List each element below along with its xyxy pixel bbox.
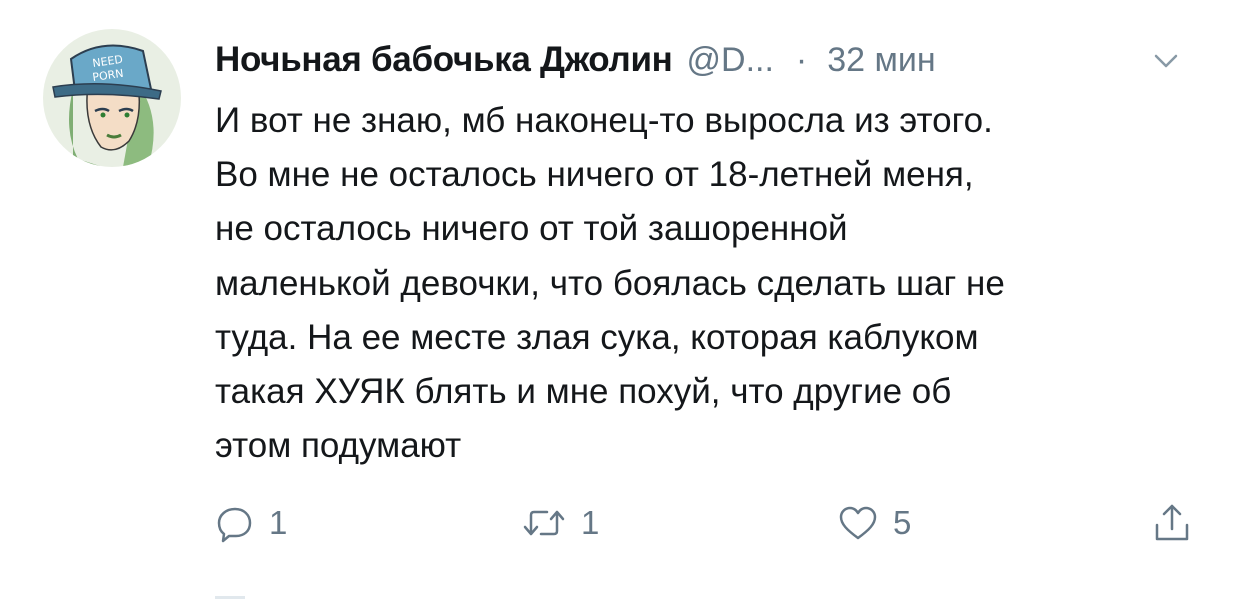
timestamp[interactable]: 32 мин: [827, 41, 935, 80]
display-name[interactable]: Ночьная бабочька Джолин: [215, 40, 673, 80]
user-handle[interactable]: @D...: [687, 41, 774, 80]
retweet-count: 1: [581, 504, 600, 541]
share-button[interactable]: [1152, 498, 1192, 548]
divider: [215, 596, 245, 599]
tweet[interactable]: NEED PORN Ночьная бабочька Джолин @D... …: [0, 0, 1239, 601]
tweet-text-line: туда. На ее месте злая сука, которая каб…: [215, 317, 979, 357]
retweet-button[interactable]: 1: [521, 498, 599, 548]
tweet-text-line: этом подумают: [215, 426, 462, 466]
tweet-text-line: маленькой девочки, что боялась сделать ш…: [215, 263, 1005, 303]
like-count: 5: [893, 504, 912, 541]
tweet-text-line: И вот не знаю, мб наконец-то выросла из …: [215, 101, 993, 140]
like-icon: [837, 503, 879, 543]
reply-button[interactable]: 1: [215, 498, 287, 548]
share-icon: [1152, 501, 1192, 545]
avatar[interactable]: NEED PORN: [43, 29, 181, 167]
tweet-text-line: не осталось ничего от той зашоренной: [215, 209, 848, 249]
tweet-actions: 1 1 5: [215, 498, 1205, 548]
reply-count: 1: [269, 504, 288, 541]
like-button[interactable]: 5: [837, 498, 911, 548]
tweet-text-line: такая ХУЯК блять и мне похуй, что другие…: [215, 372, 952, 412]
chevron-down-icon[interactable]: [1151, 46, 1181, 76]
reply-icon: [215, 503, 255, 543]
separator-dot: ·: [795, 40, 808, 79]
retweet-icon: [521, 503, 567, 543]
tweet-header: Ночьная бабочька Джолин @D... · 32 мин: [215, 34, 1199, 86]
tweet-text: И вот не знаю, мб наконец-то выросла из …: [215, 94, 1200, 473]
tweet-text-line: Во мне не осталось ничего от 18-летней м…: [215, 155, 974, 195]
